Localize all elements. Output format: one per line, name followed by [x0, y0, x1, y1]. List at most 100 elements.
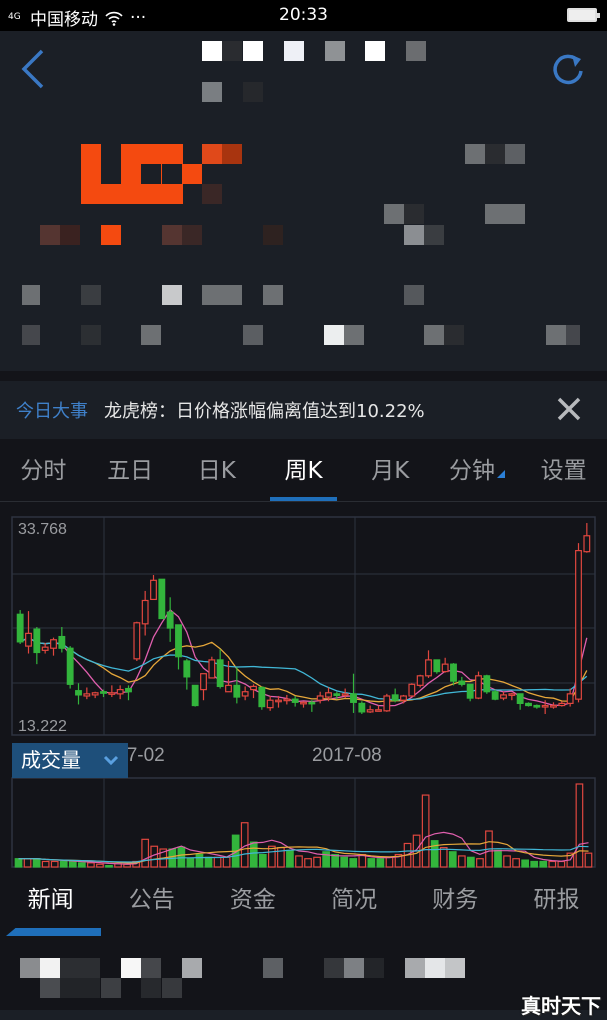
- tab-financials[interactable]: 财务: [405, 872, 506, 930]
- tab-monthly-k[interactable]: 月K: [347, 440, 434, 501]
- candle-up: [91, 692, 99, 696]
- close-icon[interactable]: [555, 395, 583, 423]
- volume-bar-up: [503, 855, 511, 868]
- candle-up: [400, 695, 407, 701]
- volume-bar-up: [584, 852, 593, 868]
- watermark: 真时天下: [521, 994, 601, 1018]
- tab-minute[interactable]: 分钟: [434, 440, 521, 501]
- tab-research[interactable]: 研报: [506, 872, 607, 930]
- candle-down: [166, 611, 174, 629]
- candle-up: [366, 709, 374, 713]
- footer-bar: [0, 1010, 607, 1020]
- tab-five-day[interactable]: 五日: [87, 440, 174, 501]
- candle-down: [491, 691, 499, 700]
- candle-down: [350, 693, 357, 703]
- tab-profile[interactable]: 简况: [304, 872, 405, 930]
- candle-down: [291, 698, 299, 703]
- candle-up: [41, 646, 49, 651]
- kline-chart[interactable]: 33.768 13.222 2017-02 2017-08: [0, 505, 607, 870]
- news-list-pixelated[interactable]: [0, 936, 607, 1010]
- volume-bar-up: [313, 856, 321, 868]
- candle-down: [158, 578, 166, 620]
- candle-down: [433, 659, 441, 673]
- candle-down: [258, 686, 266, 708]
- candle-down: [458, 680, 466, 685]
- candle-down: [100, 691, 107, 694]
- battery-icon: [567, 8, 600, 22]
- candle-up: [225, 684, 232, 693]
- candle-up: [241, 691, 249, 697]
- tab-announcements[interactable]: 公告: [101, 872, 202, 930]
- volume-bar-up: [41, 860, 50, 868]
- volume-bar-up: [222, 856, 231, 868]
- chart-period-tabs: 分时 五日 日K 周K 月K 分钟 设置: [0, 440, 607, 502]
- candle-down: [358, 702, 366, 713]
- volume-bar-up: [457, 855, 466, 868]
- candle-up: [566, 693, 574, 705]
- y-max-label: 33.768: [18, 521, 67, 538]
- candle-up: [441, 663, 449, 673]
- clock: 20:33: [279, 5, 328, 25]
- tab-news[interactable]: 新闻: [0, 872, 101, 930]
- tab-settings[interactable]: 设置: [520, 440, 607, 501]
- candle-down: [525, 702, 532, 707]
- candle-up: [133, 622, 141, 660]
- candle-up: [150, 579, 157, 601]
- candle-down: [66, 647, 74, 685]
- tab-daily-k[interactable]: 日K: [173, 440, 260, 501]
- tab-funds[interactable]: 资金: [202, 872, 303, 930]
- candle-up: [141, 599, 149, 625]
- candle-up: [583, 535, 591, 553]
- candle-up: [375, 709, 382, 712]
- volume-bar-down: [349, 858, 358, 868]
- chevron-left-icon[interactable]: [18, 47, 48, 91]
- volume-bar-up: [575, 783, 584, 868]
- volume-bar-down: [539, 860, 548, 868]
- candle-up: [300, 701, 307, 705]
- candle-up: [266, 699, 274, 709]
- candle-down: [175, 624, 182, 658]
- notice-message[interactable]: 龙虎榜：日价格涨幅偏离值达到10.22%: [104, 397, 425, 423]
- volume-bar-up: [23, 858, 32, 868]
- stock-header: [0, 31, 607, 371]
- chevron-down-icon: [103, 755, 119, 766]
- volume-bar-down: [494, 849, 502, 868]
- tab-weekly-k[interactable]: 周K: [260, 440, 347, 501]
- candlesticks: [16, 523, 591, 715]
- candle-up: [558, 702, 566, 707]
- event-notice-bar[interactable]: 今日大事 龙虎榜：日价格涨幅偏离值达到10.22%: [0, 381, 607, 439]
- candle-up: [83, 693, 91, 697]
- volume-bar-up: [267, 845, 276, 868]
- candle-up: [208, 659, 216, 679]
- volume-bar-down: [376, 858, 385, 868]
- volume-bar-up: [213, 856, 222, 868]
- volume-bar-down: [14, 858, 23, 868]
- info-tabs: 新闻 公告 资金 简况 财务 研报: [0, 872, 607, 930]
- volume-indicator-selector[interactable]: 成交量: [12, 743, 128, 778]
- volume-pane-frame: [11, 777, 596, 868]
- volume-bar-down: [32, 858, 41, 868]
- candle-up: [383, 695, 391, 712]
- candle-down: [516, 693, 524, 705]
- candle-up: [500, 694, 507, 699]
- volume-bar-down: [249, 841, 258, 868]
- candle-down: [16, 613, 24, 643]
- volume-bar-down: [521, 859, 530, 868]
- active-tab-indicator: [6, 928, 101, 936]
- candle-up: [50, 639, 57, 649]
- volume-bar-up: [421, 794, 430, 868]
- volume-bar-up: [548, 860, 557, 868]
- volume-bar-down: [68, 860, 77, 868]
- candle-up: [200, 673, 207, 691]
- volume-bar-up: [439, 847, 448, 868]
- candle-up: [475, 675, 482, 699]
- volume-bar-down: [331, 853, 340, 868]
- candle-down: [450, 663, 457, 682]
- tab-intraday[interactable]: 分时: [0, 440, 87, 501]
- refresh-icon[interactable]: [548, 49, 588, 89]
- volume-bar-up: [295, 855, 303, 868]
- notice-tag[interactable]: 今日大事: [16, 397, 88, 423]
- volume-bar-down: [59, 860, 68, 868]
- volume-bar-up: [557, 860, 566, 868]
- volume-bar-up: [304, 858, 312, 868]
